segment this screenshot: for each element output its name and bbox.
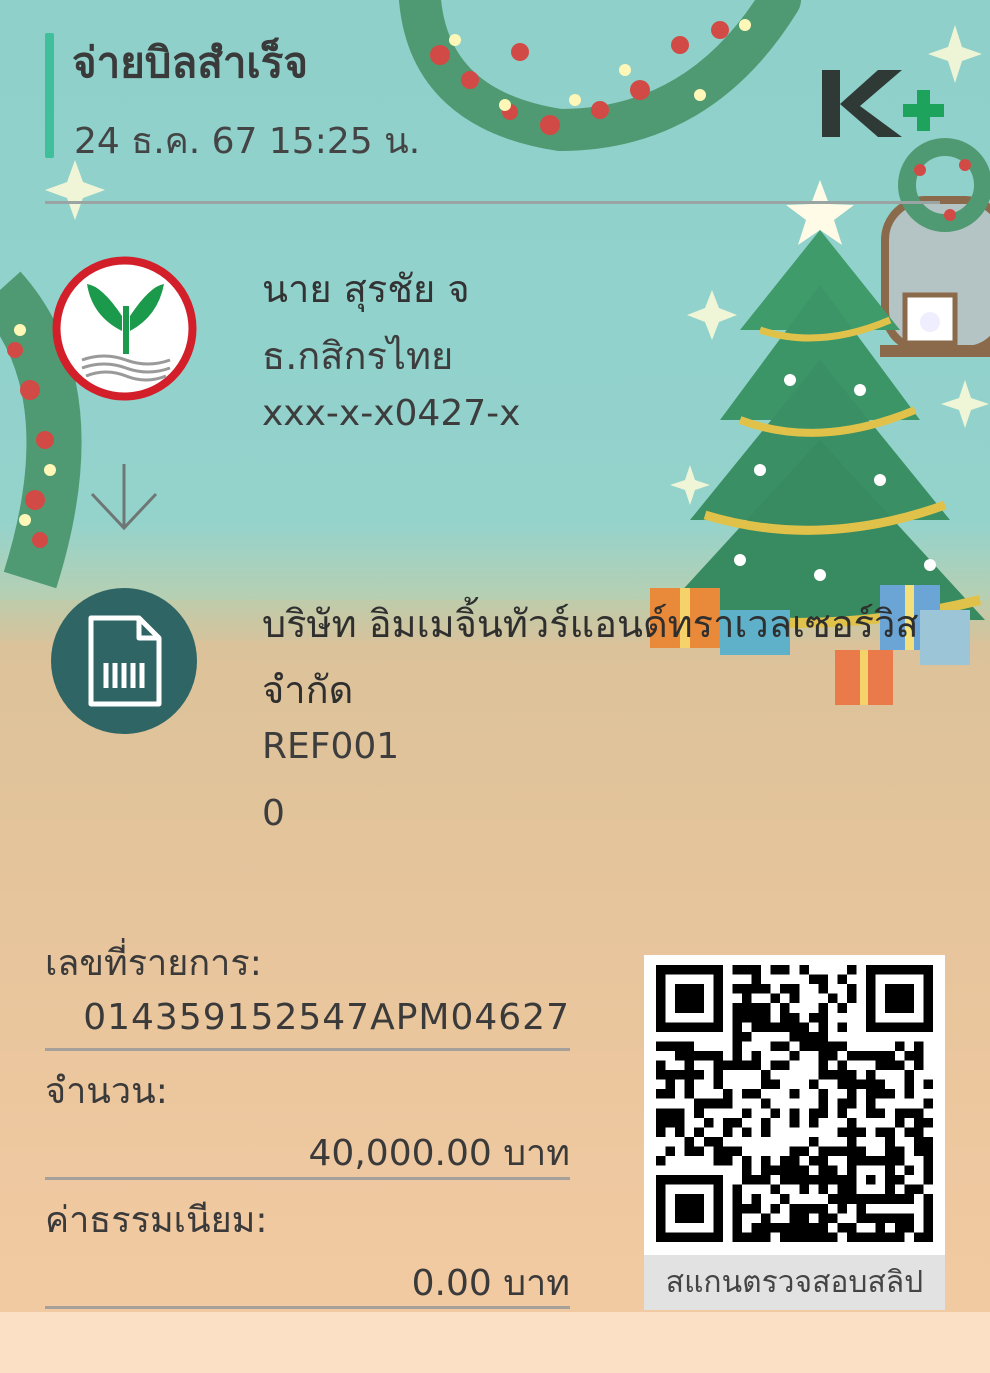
verification-qr-code[interactable] bbox=[656, 965, 933, 1242]
divider bbox=[45, 1048, 570, 1051]
transaction-id-value: 014359152547APM04627 bbox=[83, 997, 570, 1038]
transaction-datetime: 24 ธ.ค. 67 15:25 น. bbox=[74, 121, 421, 162]
divider bbox=[45, 1177, 570, 1180]
fee-label: ค่าธรรมเนียม: bbox=[45, 1200, 268, 1241]
bill-document-icon bbox=[51, 588, 197, 734]
kasikorn-bank-logo-icon bbox=[52, 256, 197, 401]
page-title: จ่ายบิลสำเร็จ bbox=[72, 38, 308, 87]
sender-bank: ธ.กสิกรไทย bbox=[262, 334, 454, 378]
divider bbox=[45, 1306, 570, 1309]
fee-value: 0.00 บาท bbox=[411, 1263, 570, 1304]
header-divider bbox=[45, 201, 940, 204]
payee-name: บริษัท อิมเมจิ้นทัวร์แอนด์ทราเวลเซอร์วิส… bbox=[262, 602, 919, 712]
amount-label: จำนวน: bbox=[45, 1071, 168, 1112]
payee-reference-1: REF001 bbox=[262, 726, 400, 767]
sender-name: นาย สุรชัย จ bbox=[262, 267, 470, 311]
k-plus-logo bbox=[822, 70, 944, 137]
sender-account-number: xxx-x-x0427-x bbox=[262, 393, 521, 434]
transaction-id-label: เลขที่รายการ: bbox=[45, 943, 262, 984]
arrow-down-icon bbox=[90, 464, 158, 531]
payment-slip: จ่ายบิลสำเร็จ 24 ธ.ค. 67 15:25 น. นาย สุ… bbox=[0, 0, 990, 1373]
payee-reference-2: 0 bbox=[262, 793, 285, 834]
verification-qr-panel[interactable]: สแกนตรวจสอบสลิป bbox=[644, 955, 945, 1310]
qr-caption: สแกนตรวจสอบสลิป bbox=[644, 1255, 945, 1310]
bottom-strip bbox=[0, 1312, 990, 1373]
title-accent-bar bbox=[45, 33, 54, 158]
amount-value: 40,000.00 บาท bbox=[308, 1133, 570, 1174]
